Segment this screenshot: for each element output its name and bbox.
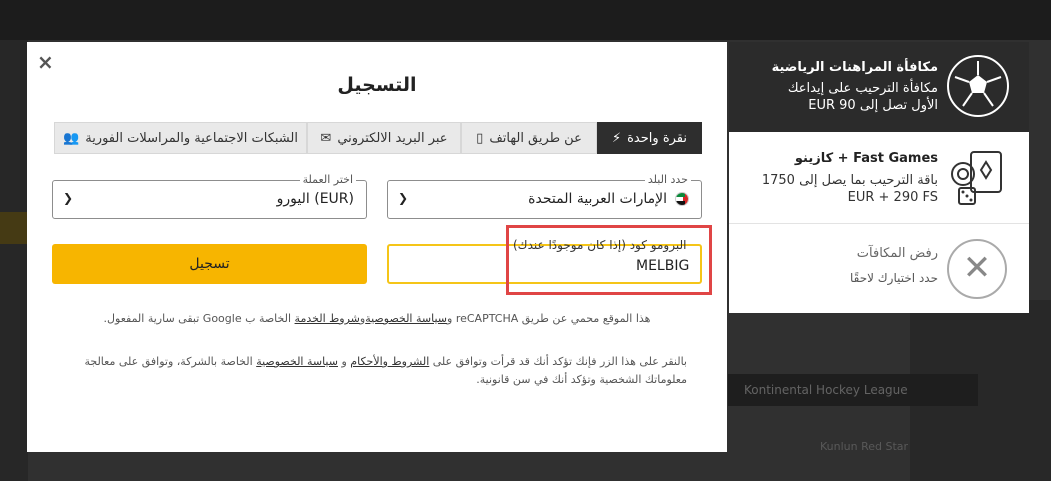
privacy-link[interactable]: سياسة الخصوصية [365,312,447,325]
bonus-desc-line: باقة الترحيب بما يصل إلى 1750 [761,173,938,188]
tab-phone[interactable]: ▯ عن طريق الهاتف [461,122,597,154]
bonus-desc-line: EUR + 290 FS [847,190,938,205]
recaptcha-text: هذا الموقع محمي عن طريق reCAPTCHA و [447,312,651,325]
terms-link[interactable]: الشروط والأحكام [350,355,429,368]
casino-cards-icon [949,150,1007,206]
chevron-down-icon: ❯ [398,191,409,205]
tab-label: عبر البريد الالكتروني [337,130,448,146]
close-icon[interactable]: × [37,50,54,74]
page-title: التسجيل [337,74,417,96]
recaptcha-text: الخاصة ب Google تبقى سارية المفعول. [103,312,295,325]
tab-label: الشبكات الاجتماعية والمراسلات الفورية [85,130,298,146]
bolt-icon: ⚡ [611,130,622,146]
country-text: الإمارات العربية المتحدة [528,191,667,207]
currency-value: اليورو (EUR) [276,191,354,207]
privacy-link[interactable]: سياسة الخصوصية [256,355,338,368]
recaptcha-notice: هذا الموقع محمي عن طريق reCAPTCHA وسياسة… [27,312,727,325]
envelope-icon: ✉ [320,130,332,146]
bonus-desc: مكافأة الترحيب على إيداعك الأول تصل إلى … [788,80,938,114]
tab-social[interactable]: 👥 الشبكات الاجتماعية والمراسلات الفورية [54,122,307,154]
bonus-title: رفض المكافآت [856,246,938,261]
chevron-down-icon: ❯ [63,191,74,205]
phone-icon: ▯ [476,130,484,146]
tab-one-click[interactable]: ⚡ نقرة واحدة [597,122,702,154]
bonus-desc-line: مكافأة الترحيب على إيداعك [787,81,938,96]
currency-select[interactable]: اختر العملة اليورو (EUR) ❯ [52,173,367,219]
bonus-title: مكافأة المراهنات الرياضية [771,60,938,75]
bonus-desc: حدد اختيارك لاحقًا [849,271,938,285]
registration-tabs: ⚡ نقرة واحدة ▯ عن طريق الهاتف ✉ عبر البر… [54,122,702,154]
bonus-desc: باقة الترحيب بما يصل إلى 1750 EUR + 290 … [762,172,938,206]
users-icon: 👥 [63,130,80,146]
tab-label: عن طريق الهاتف [489,130,582,146]
soccer-ball-icon [947,55,1009,117]
consent-text: بالنقر على هذا الزر فإنك تؤكد أنك قد قرأ… [429,355,687,368]
bonus-reject[interactable]: ✕ رفض المكافآت حدد اختيارك لاحقًا [729,224,1029,313]
bonus-sports[interactable]: مكافأة المراهنات الرياضية مكافأة الترحيب… [729,42,1029,132]
bonus-casino[interactable]: كازينو + Fast Games باقة الترحيب بما يصل… [729,132,1029,224]
promo-code-label: البرومو كود (إذا كان موجودًا عندك) [513,238,687,252]
country-value: الإمارات العربية المتحدة [528,191,689,207]
currency-label: اختر العملة [299,173,356,186]
country-label: حدد البلد [644,173,691,186]
consent-text: و [337,355,351,368]
tab-email[interactable]: ✉ عبر البريد الالكتروني [307,122,461,154]
terms-of-service-link[interactable]: شروط الخدمة [295,312,360,325]
uae-flag-icon [675,192,689,206]
promo-code-value[interactable]: MELBIG [636,258,689,274]
registration-modal: × التسجيل ⚡ نقرة واحدة ▯ عن طريق الهاتف … [27,42,727,452]
register-button[interactable]: تسجيل [52,244,367,284]
country-select[interactable]: حدد البلد الإمارات العربية المتحدة ❯ [387,173,702,219]
bonus-title: كازينو + Fast Games [794,151,938,166]
bonus-panel: مكافأة المراهنات الرياضية مكافأة الترحيب… [729,42,1029,313]
reject-icon: ✕ [947,239,1007,299]
bonus-desc-line: الأول تصل إلى 90 EUR [808,98,938,113]
tab-label: نقرة واحدة [627,130,687,146]
consent-notice: بالنقر على هذا الزر فإنك تؤكد أنك قد قرأ… [67,353,687,389]
